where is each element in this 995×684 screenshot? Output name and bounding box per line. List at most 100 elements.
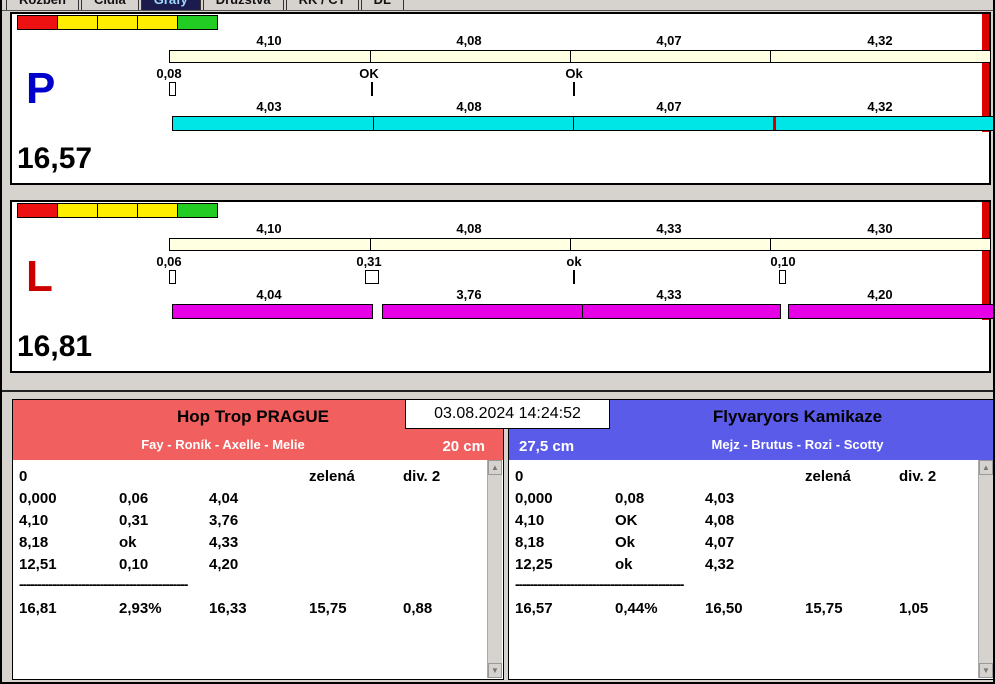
split-value: 4,04 <box>256 287 282 302</box>
total-diff: 0,88 <box>403 600 433 617</box>
results-table-right: 0 zelená div. 2 0,000 0,08 4,03 4,10 OK … <box>509 460 993 679</box>
table-row: 0 zelená div. 2 <box>13 468 485 490</box>
light-yellow-icon <box>97 203 138 218</box>
total-net: 16,33 <box>209 600 247 617</box>
run-split-values: 4,04 3,76 4,33 4,20 <box>169 287 991 302</box>
run-bar-segment <box>788 304 993 319</box>
split-value: 4,07 <box>656 33 682 48</box>
table-cell: 0,000 <box>19 490 57 507</box>
split-value: 4,32 <box>867 99 893 114</box>
total-ref: 15,75 <box>309 600 347 617</box>
split-value: 4,20 <box>867 287 893 302</box>
run-split-values: 4,03 4,08 4,07 4,32 <box>169 99 991 114</box>
table-cell: 0 <box>515 468 524 485</box>
tab-grafy[interactable]: Grafy <box>140 0 201 10</box>
table-row: 8,18 Ok 4,07 <box>509 534 976 556</box>
table-cell: 4,10 <box>19 512 49 529</box>
lane-total-time: 16,81 <box>17 330 93 363</box>
total-percent: 0,44% <box>615 600 658 617</box>
table-cell: OK <box>615 512 638 529</box>
scroll-down-button[interactable]: ▼ <box>979 663 993 678</box>
tab-druzstva[interactable]: Druzstva <box>202 0 284 10</box>
split-value: 4,30 <box>867 221 893 236</box>
split-value: 4,08 <box>456 99 482 114</box>
table-cell: 4,32 <box>705 556 735 573</box>
tab-rk-ct[interactable]: RK / CT <box>285 0 359 10</box>
lane-total-time: 16,57 <box>17 142 93 175</box>
scroll-down-button[interactable]: ▼ <box>488 663 502 678</box>
light-red-icon <box>17 203 58 218</box>
division-cell: div. 2 <box>899 468 937 485</box>
table-cell: 3,76 <box>209 512 239 529</box>
table-cell: 12,25 <box>515 556 553 573</box>
team-panel-right: Flyvaryors Kamikaze Mejz - Brutus - Rozi… <box>508 399 993 680</box>
table-cell: 4,03 <box>705 490 735 507</box>
light-green-icon <box>177 203 218 218</box>
results-table-left: 0 zelená div. 2 0,000 0,06 4,04 4,10 0,3… <box>13 460 503 679</box>
split-value: 4,10 <box>256 221 282 236</box>
table-cell: 4,07 <box>705 534 735 551</box>
tab-cidla[interactable]: Cidla <box>80 0 139 10</box>
crossing-marks: 0,06 0,31 ok 0,10 <box>156 254 991 269</box>
up-arrow-icon: ▲ <box>491 463 499 472</box>
split-value: 4,03 <box>256 99 282 114</box>
total-ref: 15,75 <box>805 600 843 617</box>
total-time: 16,57 <box>515 600 553 617</box>
table-row: 4,10 0,31 3,76 <box>13 512 485 534</box>
table-row: 4,10 OK 4,08 <box>509 512 976 534</box>
table-separator: ----------------------------------------… <box>19 576 188 592</box>
lane-panel-p: 4,10 4,08 4,07 4,32 0,08 OK Ok 4,03 4,08… <box>10 12 993 185</box>
table-scrollbar[interactable]: ▲ ▼ <box>487 460 502 678</box>
reference-bar <box>169 238 991 251</box>
run-bar-magenta <box>172 304 993 319</box>
crossing-label: 0,31 <box>356 254 382 269</box>
split-value: 4,10 <box>256 33 282 48</box>
table-cell: ok <box>119 534 137 551</box>
table-scrollbar[interactable]: ▲ ▼ <box>978 460 993 678</box>
down-arrow-icon: ▼ <box>982 666 990 675</box>
totals-row: 16,57 0,44% 16,50 15,75 1,05 <box>509 600 976 622</box>
section-divider <box>2 390 993 392</box>
light-yellow-icon <box>137 15 178 30</box>
table-cell: 0,31 <box>119 512 149 529</box>
split-value: 4,33 <box>656 221 682 236</box>
light-green-icon <box>177 15 218 30</box>
table-cell: 0,000 <box>515 490 553 507</box>
tab-rozbeh[interactable]: Rozbeh <box>6 0 79 10</box>
crossing-marks: 0,08 OK Ok <box>156 66 991 81</box>
table-cell: 8,18 <box>19 534 49 551</box>
team-members: Fay - Roník - Axelle - Melie <box>141 437 305 452</box>
tick-line-icon <box>573 270 575 284</box>
app-window: Rozbeh Cidla Grafy Druzstva RK / CT DL 4… <box>0 0 995 684</box>
split-value: 4,33 <box>656 287 682 302</box>
light-yellow-icon <box>137 203 178 218</box>
start-lights <box>17 15 218 30</box>
split-value: 3,76 <box>456 287 482 302</box>
table-row: 0,000 0,06 4,04 <box>13 490 485 512</box>
reference-split-values: 4,10 4,08 4,33 4,30 <box>169 221 991 236</box>
tick-line-icon <box>573 82 575 96</box>
jump-height: 20 cm <box>442 438 485 455</box>
run-bar-segment <box>382 304 781 319</box>
table-cell: 4,04 <box>209 490 239 507</box>
tab-bar: Rozbeh Cidla Grafy Druzstva RK / CT DL <box>2 0 993 11</box>
crossing-ticks <box>169 270 991 284</box>
split-value: 4,08 <box>456 33 482 48</box>
start-lights <box>17 203 218 218</box>
totals-row: 16,81 2,93% 16,33 15,75 0,88 <box>13 600 485 622</box>
table-cell: ok <box>615 556 633 573</box>
table-cell: 8,18 <box>515 534 545 551</box>
tick-box-icon <box>169 82 176 96</box>
table-cell: 4,08 <box>705 512 735 529</box>
crossing-ticks <box>169 82 991 96</box>
table-cell: 4,33 <box>209 534 239 551</box>
total-diff: 1,05 <box>899 600 929 617</box>
tab-dl[interactable]: DL <box>360 0 404 10</box>
run-bar-segment <box>172 304 373 319</box>
crossing-label: 0,06 <box>156 254 182 269</box>
scroll-up-button[interactable]: ▲ <box>979 460 993 475</box>
light-yellow-icon <box>97 15 138 30</box>
table-row: 12,25 ok 4,32 <box>509 556 976 578</box>
up-arrow-icon: ▲ <box>982 463 990 472</box>
scroll-up-button[interactable]: ▲ <box>488 460 502 475</box>
